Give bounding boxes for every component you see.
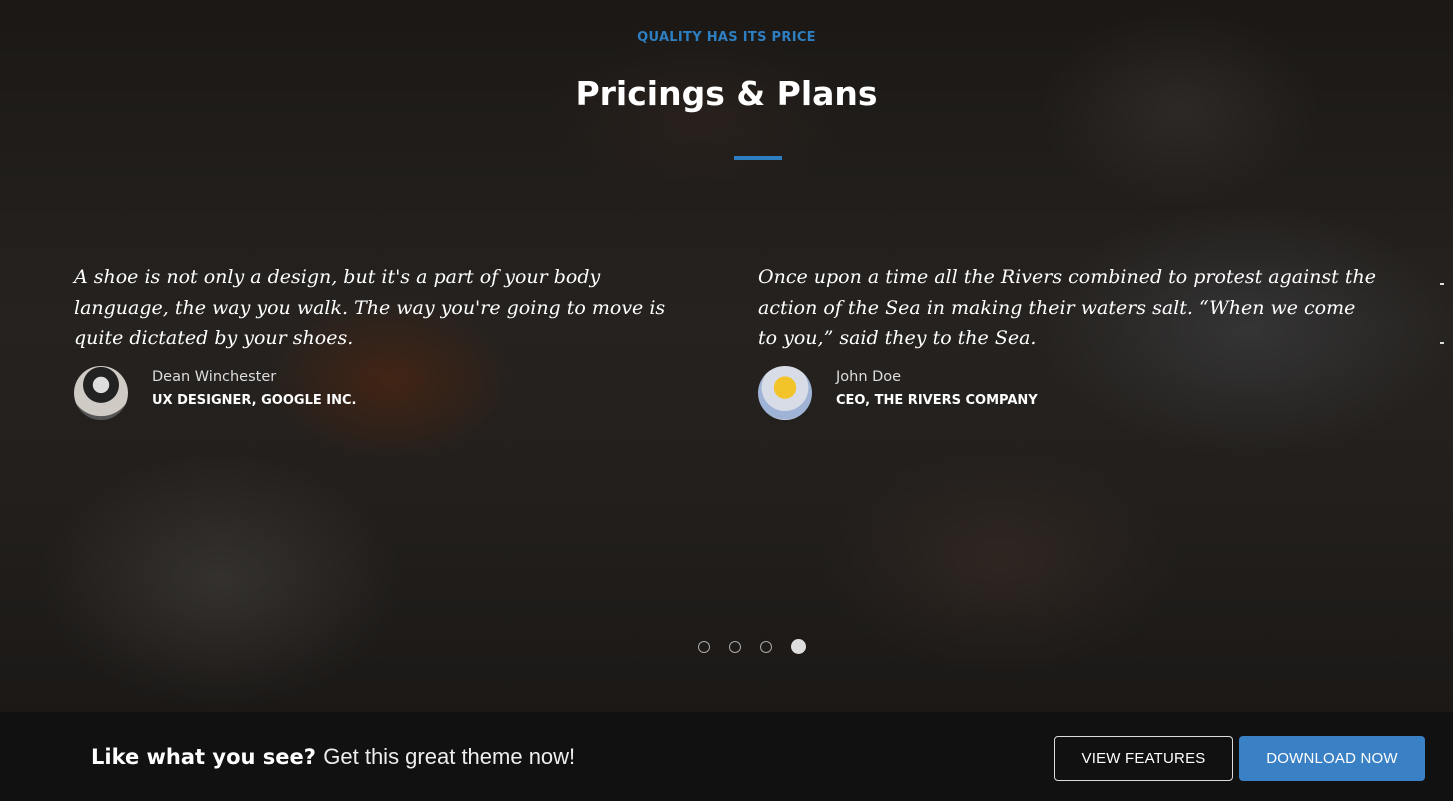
author-name: Dean Winchester	[152, 369, 277, 385]
carousel-dot-active[interactable]	[791, 639, 806, 654]
carousel-dot[interactable]	[760, 641, 772, 653]
carousel-dot[interactable]	[729, 641, 741, 653]
testimonial-quote: Once upon a time all the Rivers combined…	[758, 266, 1376, 349]
download-now-button[interactable]: DOWNLOAD NOW	[1239, 736, 1425, 781]
testimonial-quote: A shoe is not only a design, but it's a …	[74, 266, 666, 349]
author-name: John Doe	[836, 369, 902, 385]
pricing-hero-section: QUALITY HAS ITS PRICE Pricings & Plans A…	[0, 0, 1453, 712]
section-title: Pricings & Plans	[575, 74, 878, 113]
title-divider	[734, 156, 782, 160]
avatar	[758, 366, 812, 420]
cta-text: Like what you see? Get this great theme …	[91, 744, 575, 770]
author-role: CEO, THE RIVERS COMPANY	[836, 393, 1038, 408]
section-eyebrow: QUALITY HAS ITS PRICE	[637, 30, 816, 45]
next-slide-edge	[1440, 283, 1444, 285]
next-slide-edge	[1440, 342, 1444, 344]
hero-content: QUALITY HAS ITS PRICE Pricings & Plans A…	[0, 0, 1453, 712]
avatar	[74, 366, 128, 420]
cta-subtext: Get this great theme now!	[323, 744, 576, 769]
view-features-button[interactable]: VIEW FEATURES	[1054, 736, 1233, 781]
cta-bar: Like what you see? Get this great theme …	[0, 712, 1453, 801]
carousel-dot[interactable]	[698, 641, 710, 653]
cta-headline: Like what you see?	[91, 745, 324, 769]
author-role: UX DESIGNER, GOOGLE INC.	[152, 393, 357, 408]
